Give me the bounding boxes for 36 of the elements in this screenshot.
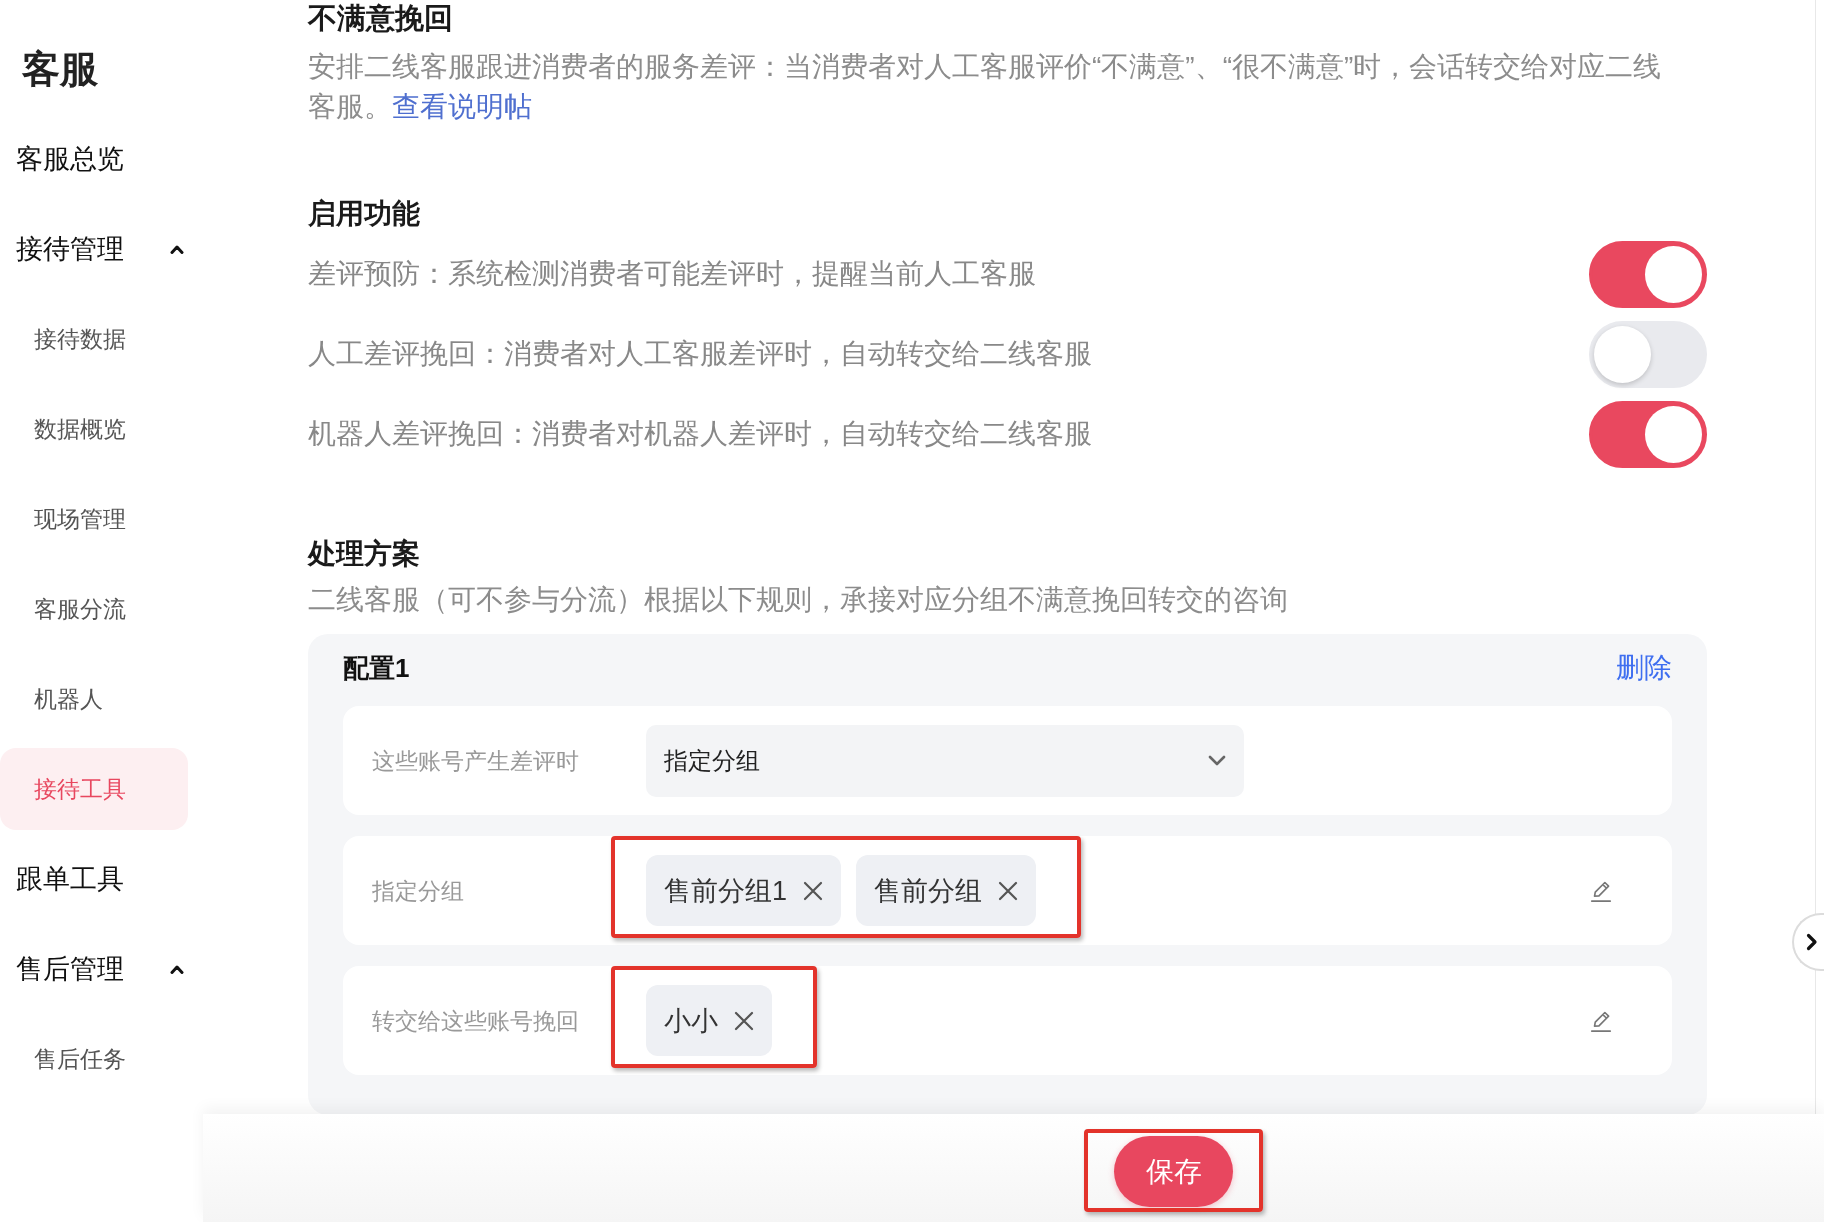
chevron-right-icon: [1806, 933, 1818, 951]
config-title: 配置1: [343, 651, 410, 685]
help-link[interactable]: 查看说明帖: [392, 91, 532, 122]
nav-item[interactable]: 接待数据: [34, 323, 126, 355]
field-label: 转交给这些账号挽回: [372, 1006, 579, 1036]
nav-group-header[interactable]: 售后管理: [16, 951, 184, 987]
subsection-title: 启用功能: [308, 197, 420, 231]
save-button[interactable]: 保存: [1114, 1136, 1233, 1207]
nav-item[interactable]: 客服分流: [34, 593, 126, 625]
dropdown-field[interactable]: 指定分组: [646, 724, 1244, 797]
delete-link[interactable]: 删除: [1616, 650, 1672, 686]
section-description: 安排二线客服跟进消费者的服务差评：当消费者对人工客服评价“不满意”、“很不满意”时，会话转交给对应二线客服。查看说明帖: [308, 50, 1663, 124]
nav-group-header[interactable]: 接待管理: [16, 231, 184, 267]
close-icon[interactable]: [998, 880, 1019, 901]
toggle-label: 差评预防：系统检测消费者可能差评时，提醒当前人工客服: [308, 257, 1036, 291]
nav-item[interactable]: 售后任务: [34, 1043, 126, 1075]
nav-item[interactable]: 机器人: [34, 683, 103, 715]
subsection-title: 处理方案: [308, 537, 420, 571]
tag-label: 售前分组1: [664, 874, 788, 908]
sidebar-title: 客服: [22, 50, 98, 88]
tag-label: 售前分组: [874, 874, 983, 908]
section-title: 不满意挽回: [308, 1, 453, 36]
nav-item[interactable]: 跟单工具: [16, 861, 124, 897]
section-description: 二线客服（可不参与分流）根据以下规则，承接对应分组不满意挽回转交的咨询: [308, 583, 1288, 617]
toggle-label: 人工差评挽回：消费者对人工客服差评时，自动转交给二线客服: [308, 337, 1092, 371]
field-label: 这些账号产生差评时: [372, 746, 579, 776]
tag-label: 小小: [664, 1004, 718, 1038]
nav-item[interactable]: 数据概览: [34, 413, 126, 445]
nav-item[interactable]: 客服总览: [16, 141, 124, 177]
field-label: 指定分组: [372, 876, 464, 906]
expand-button[interactable]: [1792, 913, 1824, 971]
nav-item[interactable]: 现场管理: [34, 503, 126, 535]
toggle-label: 机器人差评挽回：消费者对机器人差评时，自动转交给二线客服: [308, 417, 1092, 451]
chevron-down-icon: [1208, 755, 1226, 766]
close-icon[interactable]: [734, 1010, 754, 1031]
close-icon[interactable]: [803, 880, 824, 901]
